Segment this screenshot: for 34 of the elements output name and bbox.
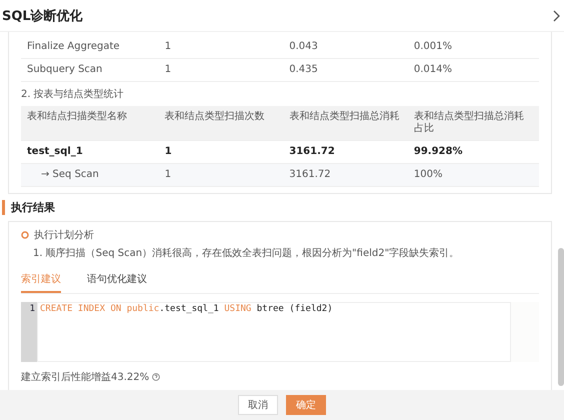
column-header: 表和结点扫描类型名称 xyxy=(26,110,128,124)
help-icon[interactable] xyxy=(152,373,160,381)
table-cell-text: 99.928% xyxy=(412,145,464,159)
table-cell-text: → Seq Scan xyxy=(40,168,100,182)
table-cell-text: 0.001% xyxy=(412,40,453,54)
scrollbar-thumb[interactable] xyxy=(558,248,564,386)
circle-icon xyxy=(21,231,29,239)
code-editor[interactable]: 1 CREATE INDEX ON public.test_sql_1 USING btree (field2) xyxy=(21,302,539,362)
analysis-title: 执行计划分析 xyxy=(34,228,94,242)
column-header: 表和结点类型扫描总消耗 xyxy=(288,110,400,124)
gain-text: 建立索引后性能增益43.22% xyxy=(21,370,150,384)
section-label: 2. 按表与结点类型统计 xyxy=(21,88,125,102)
table-cell-text: 1 xyxy=(164,63,172,77)
table-cell-text: 1 xyxy=(164,168,172,182)
table-cell-text: 0.043 xyxy=(288,40,319,54)
tab[interactable]: 语句优化建议 xyxy=(87,268,147,293)
table-cell-text: 0.435 xyxy=(288,63,319,77)
window-title: SQL诊断优化 xyxy=(2,8,83,24)
table-cell-text: 100% xyxy=(412,168,444,182)
table-cell-text: 1 xyxy=(164,40,172,54)
chevron-right-icon[interactable] xyxy=(552,10,560,22)
table-cell-text: Subquery Scan xyxy=(26,63,104,77)
column-header: 表和结点类型扫描总消耗占比 xyxy=(412,110,525,136)
table-cell-text: Finalize Aggregate xyxy=(26,40,121,54)
line-number: 1 xyxy=(28,303,36,316)
table-cell-text: 3161.72 xyxy=(288,168,332,182)
table-cell-text: test_sql_1 xyxy=(26,145,84,159)
analysis-text: 1. 顺序扫描（Seq Scan）消耗很高，存在低效全表扫问题，根因分析为"field2"字段缺失索引。 xyxy=(32,246,460,260)
cancel-button[interactable]: 取消 xyxy=(238,395,278,415)
column-header: 表和结点类型扫描次数 xyxy=(164,110,266,124)
section-heading: 执行结果 xyxy=(2,200,552,215)
table-cell-text: 0.014% xyxy=(412,63,453,77)
table-cell-text: 3161.72 xyxy=(288,145,336,159)
table-cell-text: 1 xyxy=(164,145,173,159)
